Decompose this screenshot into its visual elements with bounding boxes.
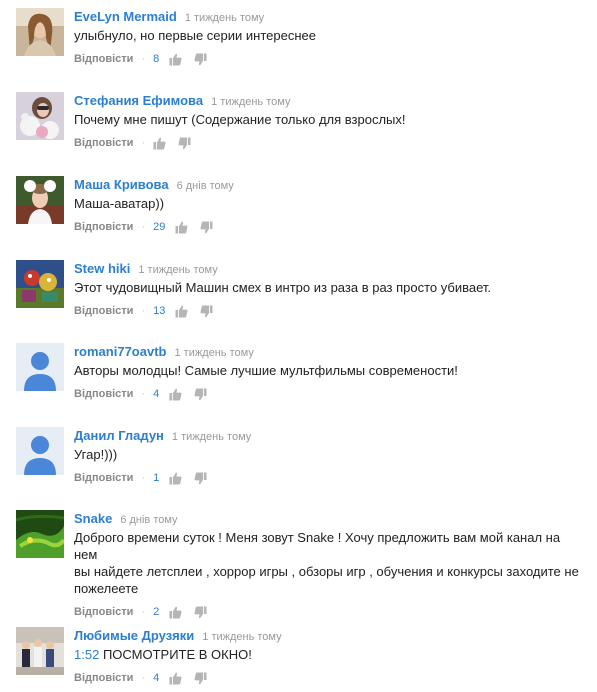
- thumbs-up-icon[interactable]: [169, 672, 182, 685]
- comment-time[interactable]: 1 тиждень тому: [211, 96, 290, 108]
- comment-author[interactable]: Данил Гладун: [74, 428, 164, 443]
- comment-author[interactable]: Стефания Ефимова: [74, 93, 203, 108]
- thumbs-down-icon[interactable]: [200, 221, 213, 234]
- separator-dot: ·: [141, 221, 146, 233]
- comment-text-line: вы найдете летсплеи , хоррор игры , обзо…: [74, 564, 579, 579]
- thumbs-up-icon[interactable]: [175, 305, 188, 318]
- comment-time[interactable]: 1 тиждень тому: [185, 12, 264, 24]
- comment-text: Маша-аватар)): [74, 196, 165, 211]
- separator-dot: ·: [141, 53, 146, 65]
- avatar[interactable]: [16, 92, 64, 140]
- thumbs-up-icon[interactable]: [175, 221, 188, 234]
- separator-dot: ·: [141, 672, 146, 684]
- thumbs-up-icon[interactable]: [169, 388, 182, 401]
- comment-text: 1:52 ПОСМОТРИТЕ В ОКНО!: [74, 646, 585, 663]
- like-count: 29: [153, 221, 166, 233]
- default-user-avatar-icon: [16, 343, 64, 391]
- avatar[interactable]: [16, 510, 64, 558]
- user-photo-icon: [16, 92, 64, 140]
- like-count: 13: [153, 305, 166, 317]
- thumbs-up-icon[interactable]: [169, 53, 182, 66]
- avatar[interactable]: [16, 343, 64, 391]
- comment-text-line: пожелеете: [74, 581, 139, 596]
- user-photo-icon: [16, 260, 64, 308]
- user-photo-icon: [16, 627, 64, 675]
- comment-author[interactable]: EveLyn Mermaid: [74, 9, 177, 24]
- thumbs-down-icon[interactable]: [178, 137, 191, 150]
- thumbs-up-icon[interactable]: [169, 472, 182, 485]
- comment-time[interactable]: 1 тиждень тому: [202, 631, 281, 643]
- thumbs-down-icon[interactable]: [194, 472, 207, 485]
- comments-list: EveLyn Mermaid 1 тиждень тому улыбнуло, н…: [0, 0, 597, 692]
- reply-button[interactable]: Відповісти: [74, 51, 133, 67]
- reply-button[interactable]: Відповісти: [74, 604, 133, 620]
- thumbs-down-icon[interactable]: [194, 672, 207, 685]
- default-user-avatar-icon: [16, 427, 64, 475]
- avatar[interactable]: [16, 427, 64, 475]
- thumbs-up-icon[interactable]: [169, 606, 182, 619]
- user-photo-icon: [16, 8, 64, 56]
- comment-text: Авторы молодцы! Самые лучшие мультфильмы…: [74, 363, 458, 378]
- reply-button[interactable]: Відповісти: [74, 303, 133, 319]
- comment-time[interactable]: 1 тиждень тому: [138, 264, 217, 276]
- like-count: 1: [153, 472, 160, 484]
- comment-text-line: Доброго времени суток ! Меня зовут Snake…: [74, 530, 561, 562]
- avatar[interactable]: [16, 260, 64, 308]
- comment-author[interactable]: Любимые Друзяки: [74, 628, 194, 643]
- avatar[interactable]: [16, 8, 64, 56]
- separator-dot: ·: [141, 388, 146, 400]
- comment-time[interactable]: 6 днів тому: [120, 514, 177, 526]
- like-count: 4: [153, 388, 160, 400]
- like-count: 4: [153, 672, 160, 684]
- separator-dot: ·: [141, 606, 146, 618]
- thumbs-up-icon[interactable]: [153, 137, 166, 150]
- thumbs-down-icon[interactable]: [194, 606, 207, 619]
- separator-dot: ·: [141, 305, 146, 317]
- comment-author[interactable]: Stew hiki: [74, 261, 130, 276]
- comment-author[interactable]: romani77oavtb: [74, 344, 166, 359]
- thumbs-down-icon[interactable]: [200, 305, 213, 318]
- comment-text: Доброго времени суток ! Меня зовут Snake…: [74, 529, 585, 597]
- avatar[interactable]: [16, 627, 64, 675]
- user-photo-icon: [16, 176, 64, 224]
- comment-author[interactable]: Маша Кривова: [74, 177, 169, 192]
- like-count: 8: [153, 53, 160, 65]
- like-count: 2: [153, 606, 160, 618]
- avatar[interactable]: [16, 176, 64, 224]
- separator-dot: ·: [141, 472, 146, 484]
- reply-button[interactable]: Відповісти: [74, 470, 133, 486]
- comment-author[interactable]: Snake: [74, 511, 112, 526]
- comment-time[interactable]: 1 тиждень тому: [174, 347, 253, 359]
- comment-text: улыбнуло, но первые серии интереснее: [74, 28, 316, 43]
- reply-button[interactable]: Відповісти: [74, 135, 133, 151]
- comment-time[interactable]: 1 тиждень тому: [172, 431, 251, 443]
- user-photo-icon: [16, 510, 64, 558]
- reply-button[interactable]: Відповісти: [74, 670, 133, 686]
- reply-button[interactable]: Відповісти: [74, 386, 133, 402]
- comment-time[interactable]: 6 днів тому: [177, 180, 234, 192]
- comment-text: Угар!))): [74, 447, 118, 462]
- video-timestamp-link[interactable]: 1:52: [74, 647, 99, 662]
- separator-dot: ·: [141, 137, 146, 149]
- thumbs-down-icon[interactable]: [194, 388, 207, 401]
- comment-text: Этот чудовищный Машин смех в интро из ра…: [74, 280, 492, 295]
- reply-button[interactable]: Відповісти: [74, 219, 133, 235]
- comment-text-body: ПОСМОТРИТЕ В ОКНО!: [102, 647, 252, 662]
- thumbs-down-icon[interactable]: [194, 53, 207, 66]
- comment-text: Почему мне пишут (Содержание только для …: [74, 112, 406, 127]
